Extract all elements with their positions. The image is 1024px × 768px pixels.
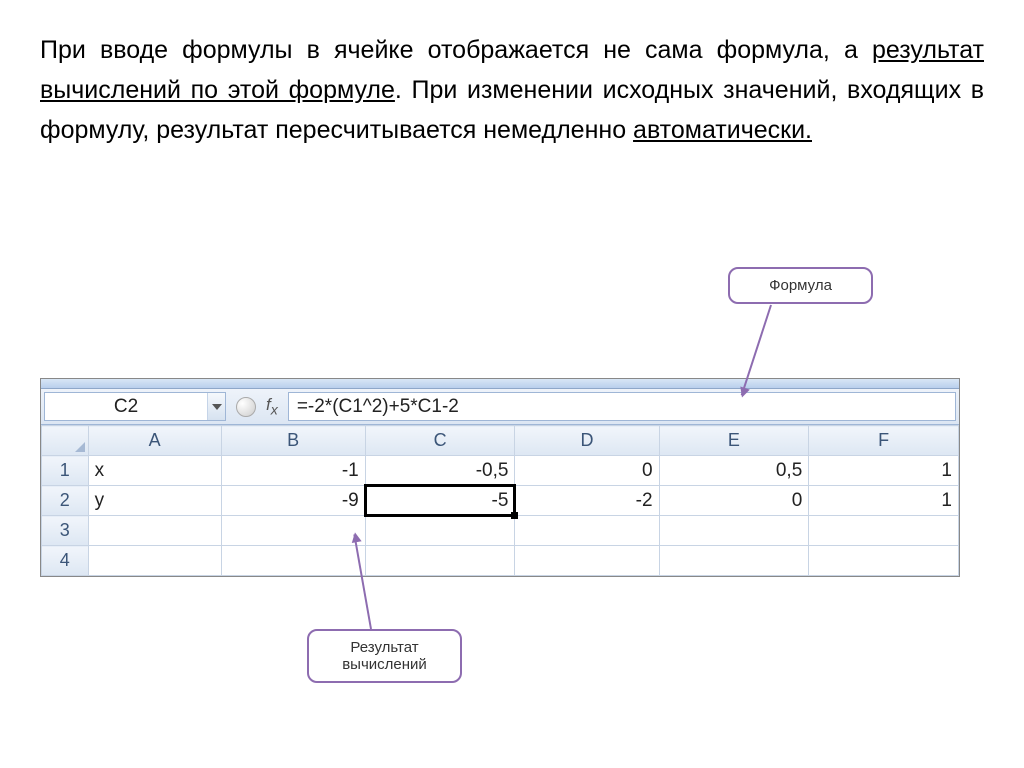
select-all-corner[interactable] <box>42 426 89 456</box>
formula-bar-row: C2 fx =-2*(C1^2)+5*C1-2 <box>41 389 959 425</box>
cell-a3[interactable] <box>88 516 221 546</box>
table-row: 2 y -9 -5 -2 0 1 <box>42 486 959 516</box>
table-row: 1 x -1 -0,5 0 0,5 1 <box>42 456 959 486</box>
cell-d4[interactable] <box>515 546 659 576</box>
fx-icon[interactable]: fx <box>266 395 278 418</box>
col-header-c[interactable]: C <box>365 426 515 456</box>
cell-f3[interactable] <box>809 516 959 546</box>
cell-f4[interactable] <box>809 546 959 576</box>
col-header-b[interactable]: B <box>221 426 365 456</box>
cell-b2[interactable]: -9 <box>221 486 365 516</box>
cell-b4[interactable] <box>221 546 365 576</box>
cell-d2[interactable]: -2 <box>515 486 659 516</box>
col-header-f[interactable]: F <box>809 426 959 456</box>
col-header-e[interactable]: E <box>659 426 809 456</box>
cell-c1[interactable]: -0,5 <box>365 456 515 486</box>
col-header-a[interactable]: A <box>88 426 221 456</box>
name-box-value: C2 <box>45 396 207 418</box>
cell-f2[interactable]: 1 <box>809 486 959 516</box>
spreadsheet-grid: A B C D E F 1 x -1 -0,5 0 0,5 1 2 y -9 -… <box>41 425 959 576</box>
cell-c2-active[interactable]: -5 <box>365 486 515 516</box>
paragraph-underline2: автоматически. <box>633 116 812 144</box>
cell-b1[interactable]: -1 <box>221 456 365 486</box>
row-header-2[interactable]: 2 <box>42 486 89 516</box>
cancel-icon[interactable] <box>236 397 256 417</box>
spreadsheet-window: C2 fx =-2*(C1^2)+5*C1-2 A B C D E F 1 x … <box>40 378 960 577</box>
cell-a2[interactable]: y <box>88 486 221 516</box>
table-row: 3 <box>42 516 959 546</box>
row-header-1[interactable]: 1 <box>42 456 89 486</box>
table-row: 4 <box>42 546 959 576</box>
cell-e2[interactable]: 0 <box>659 486 809 516</box>
row-header-4[interactable]: 4 <box>42 546 89 576</box>
formula-bar-icons: fx <box>226 389 288 424</box>
cell-f1[interactable]: 1 <box>809 456 959 486</box>
callout-formula-label: Формула <box>769 277 832 294</box>
cell-c3[interactable] <box>365 516 515 546</box>
cell-a1[interactable]: x <box>88 456 221 486</box>
cell-a4[interactable] <box>88 546 221 576</box>
cell-e1[interactable]: 0,5 <box>659 456 809 486</box>
cell-d3[interactable] <box>515 516 659 546</box>
callout-formula: Формула <box>728 267 873 304</box>
name-box-dropdown[interactable] <box>207 393 225 420</box>
formula-bar-input[interactable]: =-2*(C1^2)+5*C1-2 <box>288 392 956 421</box>
col-header-d[interactable]: D <box>515 426 659 456</box>
chevron-down-icon <box>212 404 222 410</box>
name-box[interactable]: C2 <box>44 392 226 421</box>
cell-d1[interactable]: 0 <box>515 456 659 486</box>
callout-result-label-2: вычислений <box>342 656 427 673</box>
explanatory-paragraph: При вводе формулы в ячейке отображается … <box>40 30 984 150</box>
row-header-3[interactable]: 3 <box>42 516 89 546</box>
formula-bar-text: =-2*(C1^2)+5*C1-2 <box>297 396 459 418</box>
cell-b3[interactable] <box>221 516 365 546</box>
cell-e3[interactable] <box>659 516 809 546</box>
cell-e4[interactable] <box>659 546 809 576</box>
paragraph-part1: При вводе формулы в ячейке отображается … <box>40 36 872 64</box>
callout-result-label-1: Результат <box>350 639 418 656</box>
window-chrome-strip <box>41 379 959 389</box>
callout-result: Результат вычислений <box>307 629 462 683</box>
cell-c4[interactable] <box>365 546 515 576</box>
